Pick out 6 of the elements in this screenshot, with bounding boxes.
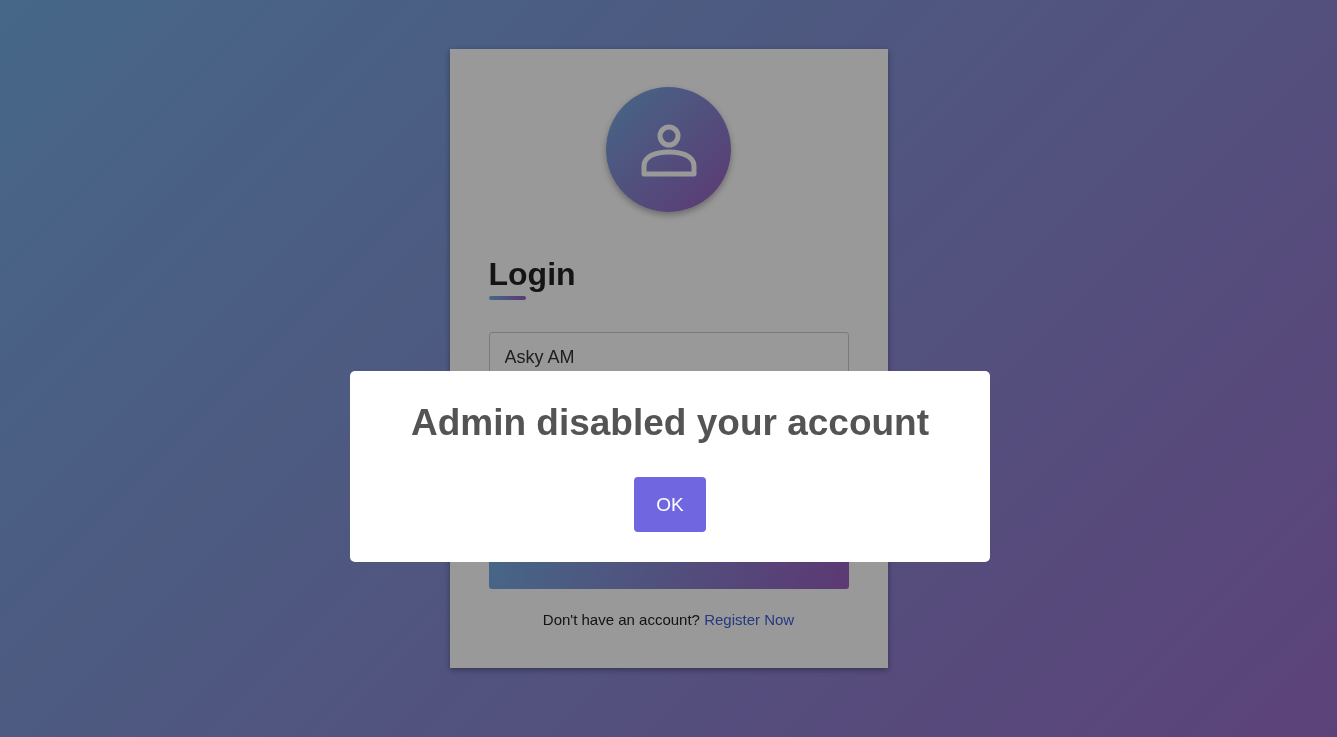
heading-underline xyxy=(488,296,526,300)
alert-message: Admin disabled your account xyxy=(410,401,930,445)
ok-button[interactable]: OK xyxy=(634,477,706,532)
register-link[interactable]: Register Now xyxy=(704,611,795,628)
login-heading: Login xyxy=(488,255,576,294)
register-prompt: Don't have an account? xyxy=(542,611,700,628)
